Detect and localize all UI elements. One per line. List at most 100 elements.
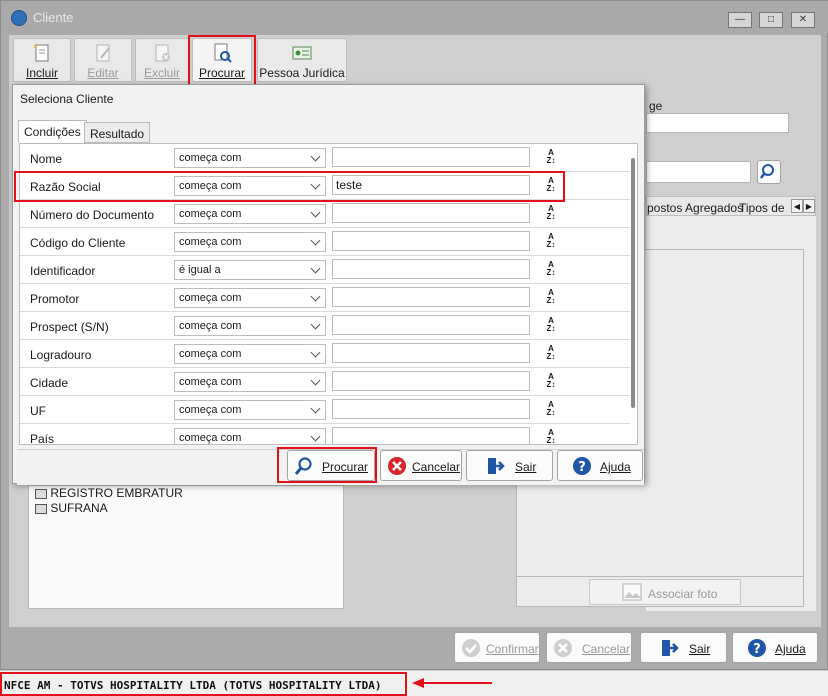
editar-button[interactable]: Editar xyxy=(74,38,132,82)
sort-az-icon[interactable]: A Z↕ xyxy=(542,401,560,419)
condition-row: Identificador é igual a A Z↕ xyxy=(20,256,630,284)
chevron-down-icon xyxy=(310,375,321,386)
check-icon xyxy=(462,639,480,657)
maximize-button[interactable]: □ xyxy=(759,12,783,28)
condition-select[interactable]: começa com xyxy=(174,372,326,392)
sort-az-icon[interactable]: A Z↕ xyxy=(542,261,560,279)
svg-text:?: ? xyxy=(753,642,761,657)
sort-az-icon[interactable]: A Z↕ xyxy=(542,317,560,335)
help-icon: ? xyxy=(748,639,766,657)
bottom-cancelar-button[interactable]: Cancelar xyxy=(546,632,632,663)
condition-value-input[interactable] xyxy=(332,371,530,391)
sort-az-icon[interactable]: A Z↕ xyxy=(542,429,560,445)
condition-select[interactable]: começa com xyxy=(174,204,326,224)
tab-condicoes[interactable]: Condições xyxy=(18,120,87,143)
tab-scroll-left[interactable]: ◀ xyxy=(791,199,803,213)
title-bar: Cliente — □ ✕ xyxy=(1,1,828,33)
condition-row: Cidade começa com A Z↕ xyxy=(20,368,630,396)
condition-select-value: começa com xyxy=(179,376,242,388)
condition-select-value: começa com xyxy=(179,152,242,164)
bg-field-2[interactable] xyxy=(646,161,751,183)
sort-az-icon[interactable]: A Z↕ xyxy=(542,373,560,391)
condition-row: Código do Cliente começa com A Z↕ xyxy=(20,228,630,256)
sort-az-icon[interactable]: A Z↕ xyxy=(542,149,560,167)
condition-value-input[interactable] xyxy=(332,259,530,279)
window-title: Cliente xyxy=(33,10,74,25)
condition-label: Prospect (S/N) xyxy=(30,320,109,334)
condition-label: Cidade xyxy=(30,376,69,390)
chevron-down-icon xyxy=(310,235,321,246)
bg-search-button[interactable] xyxy=(757,160,781,184)
bg-field-1[interactable] xyxy=(646,113,789,133)
condition-select[interactable]: começa com xyxy=(174,316,326,336)
scrollbar-thumb[interactable] xyxy=(631,158,635,408)
confirmar-label: Confirmar xyxy=(486,642,539,656)
condition-label: Identificador xyxy=(30,264,96,278)
grid-scrollbar[interactable] xyxy=(627,148,637,442)
condition-select[interactable]: começa com xyxy=(174,288,326,308)
list-item[interactable]: SUFRANA xyxy=(35,501,108,515)
exit-icon xyxy=(488,458,505,474)
bottom-ajuda-label: Ajuda xyxy=(775,642,806,656)
condition-select-value: começa com xyxy=(179,432,242,444)
chevron-down-icon xyxy=(310,347,321,358)
condition-select[interactable]: começa com xyxy=(174,344,326,364)
tab-tipos[interactable]: Tipos de xyxy=(739,201,785,215)
tab-resultado[interactable]: Resultado xyxy=(84,122,151,143)
status-highlight xyxy=(0,672,407,696)
condition-select-value: começa com xyxy=(179,236,242,248)
dialog-procurar-highlight xyxy=(277,447,377,483)
condition-value-input[interactable] xyxy=(332,399,530,419)
condition-select-value: começa com xyxy=(179,320,242,332)
folder-icon xyxy=(35,503,47,514)
tab-scroll-right[interactable]: ▶ xyxy=(803,199,815,213)
minimize-button[interactable]: — xyxy=(728,12,752,28)
condition-select[interactable]: começa com xyxy=(174,148,326,168)
help-icon: ? xyxy=(573,457,591,475)
sort-az-icon[interactable]: A Z↕ xyxy=(542,289,560,307)
condition-value-input[interactable] xyxy=(332,147,530,167)
dialog-ajuda-button[interactable]: ? Ajuda xyxy=(557,450,643,481)
bottom-cancelar-label: Cancelar xyxy=(582,642,631,656)
delete-document-icon xyxy=(155,44,170,62)
condition-row: Logradouro começa com A Z↕ xyxy=(20,340,630,368)
condition-value-input[interactable] xyxy=(332,343,530,363)
pessoa-juridica-button[interactable]: Pessoa Jurídica xyxy=(257,38,347,82)
dialog-sair-button[interactable]: Sair xyxy=(466,450,553,481)
incluir-button[interactable]: Incluir xyxy=(13,38,71,82)
sort-az-icon[interactable]: A Z↕ xyxy=(542,233,560,251)
condition-select[interactable]: começa com xyxy=(174,400,326,420)
sort-az-icon[interactable]: A Z↕ xyxy=(542,205,560,223)
condition-value-input[interactable] xyxy=(332,315,530,335)
condition-select[interactable]: começa com xyxy=(174,428,326,444)
dialog-sair-label: Sair xyxy=(515,460,537,474)
list-item[interactable]: REGISTRO EMBRATUR xyxy=(35,486,183,500)
dialog-ajuda-label: Ajuda xyxy=(600,460,631,474)
incluir-label: Incluir xyxy=(25,66,58,80)
status-bar: NFCE AM - TOTVS HOSPITALITY LTDA (TOTVS … xyxy=(0,670,828,696)
globe-icon xyxy=(11,10,27,26)
bottom-sair-button[interactable]: Sair xyxy=(640,632,727,663)
chevron-down-icon xyxy=(310,403,321,414)
associar-foto-button[interactable]: Associar foto xyxy=(589,579,741,605)
condition-value-input[interactable] xyxy=(332,231,530,251)
excluir-label: Excluir xyxy=(143,66,180,80)
sort-az-icon[interactable]: A Z↕ xyxy=(542,345,560,363)
condition-label: Número do Documento xyxy=(30,208,155,222)
confirmar-button[interactable]: Confirmar xyxy=(454,632,540,663)
associar-foto-label: Associar foto xyxy=(648,587,718,601)
bottom-ajuda-button[interactable]: ? Ajuda xyxy=(732,632,818,663)
tab-impostos[interactable]: postos Agregados xyxy=(647,201,743,215)
edit-document-icon xyxy=(96,44,110,62)
condition-value-input[interactable] xyxy=(332,427,530,444)
close-button[interactable]: ✕ xyxy=(791,12,815,28)
dialog-cancelar-button[interactable]: Cancelar xyxy=(380,450,462,481)
excluir-button[interactable]: Excluir xyxy=(135,38,189,82)
condition-row: Prospect (S/N) começa com A Z↕ xyxy=(20,312,630,340)
condition-select[interactable]: começa com xyxy=(174,232,326,252)
condition-value-input[interactable] xyxy=(332,287,530,307)
condition-select[interactable]: é igual a xyxy=(174,260,326,280)
condition-select-value: começa com xyxy=(179,292,242,304)
razao-social-highlight xyxy=(14,171,565,202)
condition-value-input[interactable] xyxy=(332,203,530,223)
